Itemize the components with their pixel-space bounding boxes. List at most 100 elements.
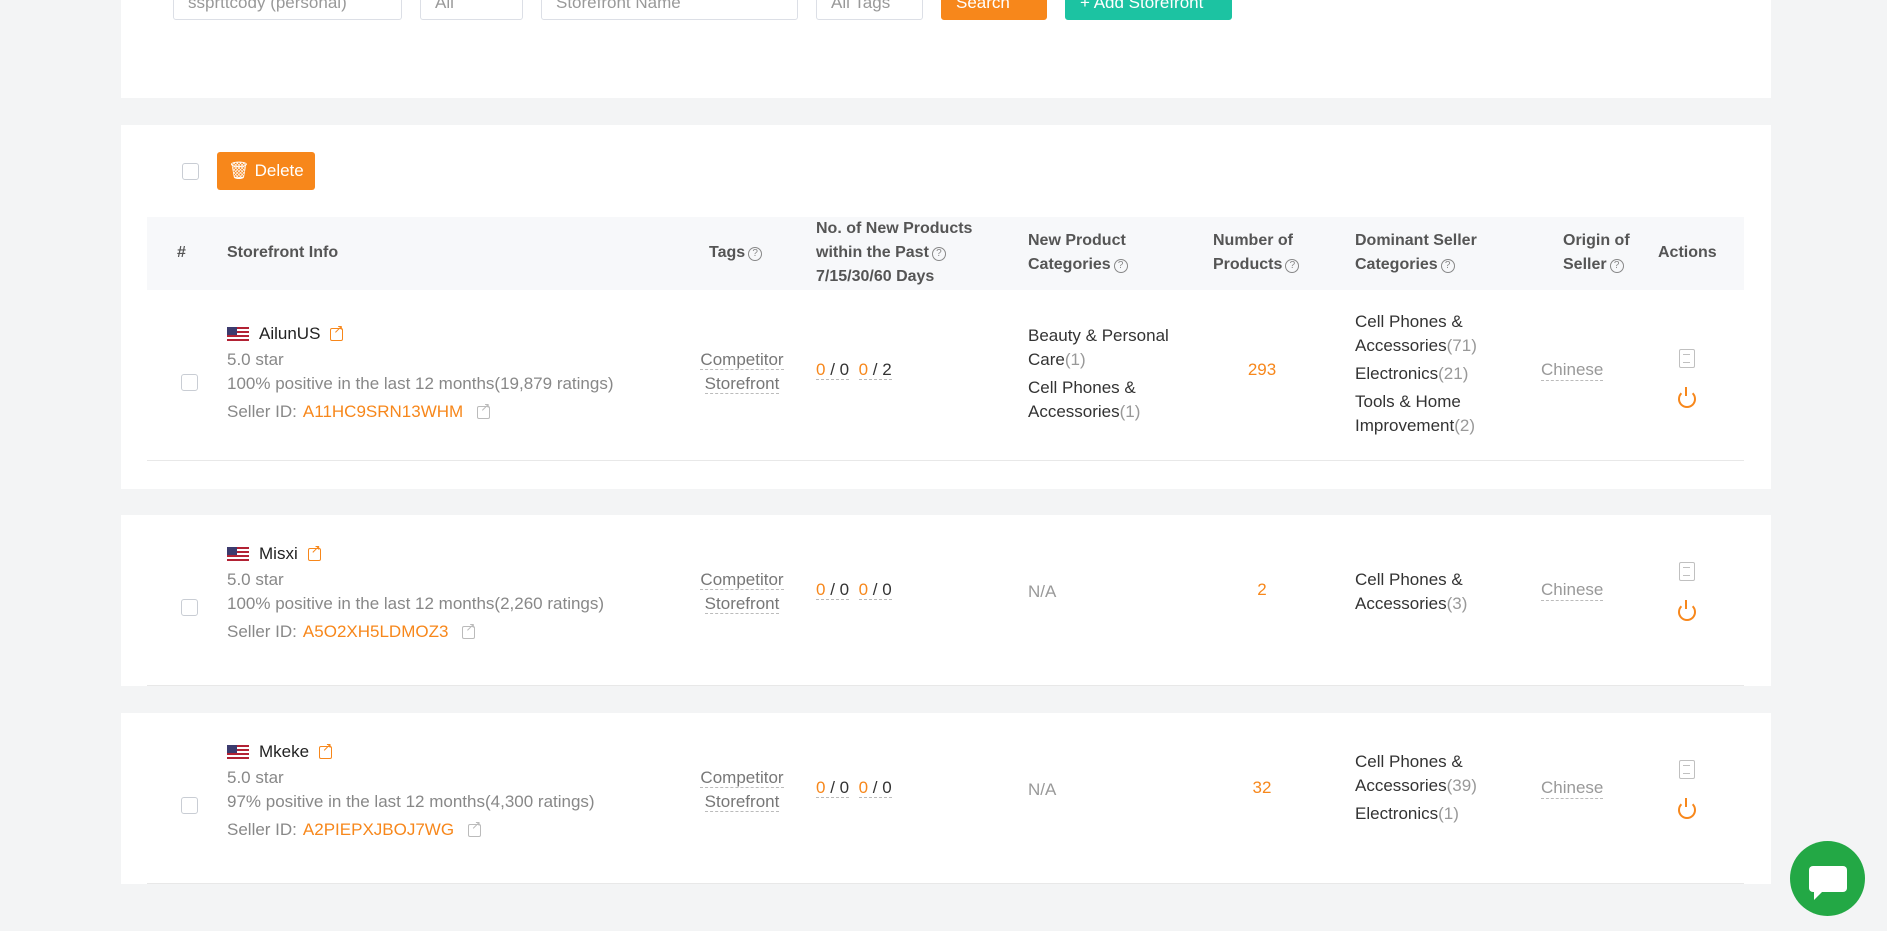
storefront-name: AilunUS [227,322,343,344]
row-card: Mkeke 5.0 star 97% positive in the last … [121,713,1771,884]
header-new-products-line1: No. of New Products [816,220,973,237]
seller-origin[interactable]: Chinese [1541,360,1604,381]
new-product-categories: N/A [1028,582,1057,601]
help-icon[interactable]: ? [1113,259,1128,273]
seller-origin[interactable]: Chinese [1541,778,1604,799]
tag-line1: Competitor [700,768,784,788]
account-select[interactable]: ssprttcody (personal) [173,0,402,20]
header-number-of-products: Number of Products? [1213,229,1300,277]
help-icon[interactable]: ? [1285,259,1300,273]
help-icon[interactable]: ? [748,247,763,261]
storefront-name-text[interactable]: Mkeke [259,742,309,762]
search-button[interactable]: Search [941,0,1047,20]
external-link-icon[interactable] [319,740,332,759]
new-product-counts: 0 / 0 0 / 0 [816,580,892,600]
new-category-item: Cell Phones & Accessories(1) [1028,378,1141,421]
new-product-counts: 0 / 0 0 / 2 [816,360,892,380]
header-new-products-line2: within the Past? [816,241,972,265]
table-row: Mkeke 5.0 star 97% positive in the last … [147,713,1744,884]
header-index: # [177,244,186,261]
tag-label[interactable]: Competitor Storefront [692,348,792,396]
dominant-categories: Cell Phones & Accessories(3) [1355,568,1525,616]
star-rating: 5.0 star [227,768,284,787]
external-link-icon[interactable] [307,542,321,561]
storefront-name-text[interactable]: AilunUS [259,324,320,344]
trash-icon: 🗑 [228,161,250,180]
dominant-categories: Cell Phones & Accessories(39) Electronic… [1355,750,1525,826]
counts-30-60[interactable]: 0 / 0 [858,778,892,798]
table-row: AilunUS 5.0 star 100% positive in the la… [147,290,1744,461]
help-icon[interactable]: ? [931,247,946,261]
seller-origin[interactable]: Chinese [1541,580,1604,601]
help-icon[interactable]: ? [1440,259,1455,273]
us-flag-icon [227,744,249,760]
seller-id-link[interactable]: A5O2XH5LDMOZ3 [303,622,449,642]
external-link-icon[interactable] [462,620,475,639]
row-checkbox[interactable] [181,599,198,616]
header-storefront-info: Storefront Info [227,244,339,261]
dominant-categories: Cell Phones & Accessories(71) Electronic… [1355,310,1525,438]
power-icon[interactable] [1678,798,1696,819]
tag-label[interactable]: Competitor Storefront [692,766,792,814]
document-icon[interactable] [1679,562,1695,581]
product-count[interactable]: 293 [1207,360,1317,380]
tag-line2: Storefront [704,792,780,812]
seller-id-label: Seller ID: [227,622,297,641]
external-link-icon[interactable] [330,322,343,341]
header-origin-line2: Seller? [1563,253,1630,277]
header-new-product-categories: New Product Categories? [1028,229,1128,277]
product-count[interactable]: 2 [1207,580,1317,600]
counts-7-15[interactable]: 0 / 0 [816,778,850,798]
seller-id-label: Seller ID: [227,402,297,421]
header-dominant-line2: Categories? [1355,253,1477,277]
add-storefront-button[interactable]: + Add Storefront [1065,0,1232,20]
power-icon[interactable] [1678,387,1696,408]
tag-line2: Storefront [704,374,780,394]
header-dominant-categories: Dominant Seller Categories? [1355,229,1477,277]
dominant-category-item: Cell Phones & Accessories(39) [1355,752,1477,795]
storefront-name-input[interactable]: Storefront Name [541,0,798,20]
row-checkbox[interactable] [181,374,198,391]
counts-7-15[interactable]: 0 / 0 [816,580,850,600]
table-row: Misxi 5.0 star 100% positive in the last… [147,515,1744,686]
row-checkbox[interactable] [181,797,198,814]
star-rating: 5.0 star [227,350,284,369]
select-all-checkbox[interactable] [182,162,199,180]
row-card: Misxi 5.0 star 100% positive in the last… [121,515,1771,686]
rating-info: 5.0 star 100% positive in the last 12 mo… [227,568,604,616]
document-icon[interactable] [1679,760,1695,779]
document-icon[interactable] [1679,349,1695,368]
us-flag-icon [227,326,249,342]
power-icon[interactable] [1678,600,1696,621]
table-card: 🗑 Delete # Storefront Info Tags? No. of … [121,125,1771,489]
product-count[interactable]: 32 [1207,778,1317,798]
new-product-counts: 0 / 0 0 / 0 [816,778,892,798]
seller-id-link[interactable]: A11HC9SRN13WHM [303,402,463,422]
external-link-icon[interactable] [477,400,490,419]
rating-info: 5.0 star 97% positive in the last 12 mon… [227,766,595,814]
seller-id-label: Seller ID: [227,820,297,839]
dominant-category-item: Cell Phones & Accessories(71) [1355,312,1477,355]
storefront-name-text[interactable]: Misxi [259,544,298,564]
tag-label[interactable]: Competitor Storefront [692,568,792,616]
marketplace-select[interactable]: All [420,0,523,20]
dominant-category-item: Electronics(1) [1355,804,1459,823]
help-icon[interactable]: ? [1609,259,1624,273]
delete-button[interactable]: 🗑 Delete [217,152,315,190]
counts-30-60[interactable]: 0 / 2 [858,360,892,380]
new-product-categories: N/A [1028,780,1057,799]
star-rating: 5.0 star [227,570,284,589]
external-link-icon[interactable] [468,818,481,837]
tag-line2: Storefront [704,594,780,614]
chat-button[interactable] [1790,841,1865,916]
header-num-products-line2: Products? [1213,253,1300,277]
seller-id-link[interactable]: A2PIEPXJBOJ7WG [303,820,454,840]
counts-30-60[interactable]: 0 / 0 [858,580,892,600]
tags-select[interactable]: All Tags [816,0,923,20]
counts-7-15[interactable]: 0 / 0 [816,360,850,380]
header-dominant-line1: Dominant Seller [1355,232,1477,249]
table-toolbar: 🗑 Delete [182,152,315,190]
chat-bubble-icon [1808,865,1847,900]
header-num-products-line1: Number of [1213,232,1293,249]
positive-feedback: 100% positive in the last 12 months(2,26… [227,594,605,613]
